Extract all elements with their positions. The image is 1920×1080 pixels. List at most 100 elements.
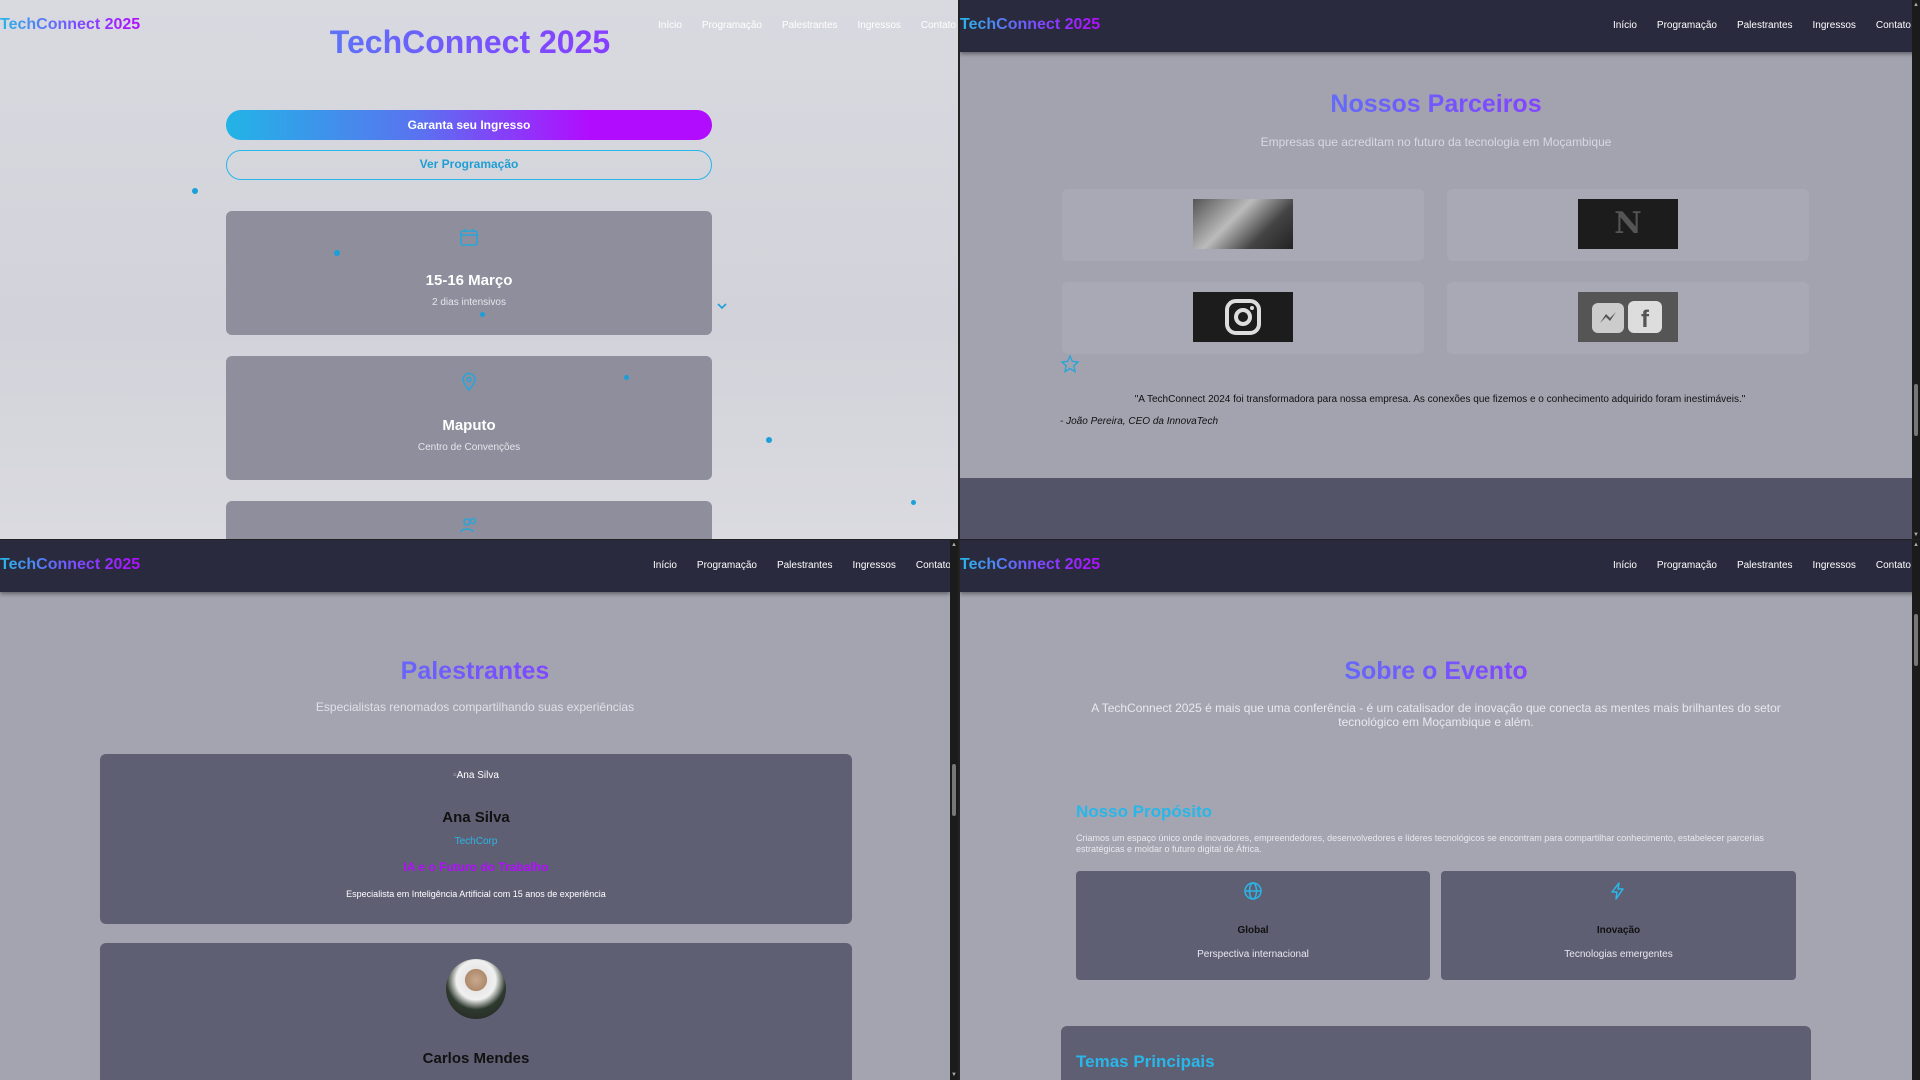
scroll-thumb[interactable] — [1914, 384, 1918, 436]
feature-card-global: Global Perspectiva internacional — [1076, 871, 1430, 980]
speaker-card[interactable]: Carlos Mendes — [100, 943, 852, 1080]
nav-link-inicio[interactable]: Início — [1613, 20, 1637, 31]
nav-link-ingressos[interactable]: Ingressos — [853, 560, 896, 571]
users-icon — [460, 517, 477, 533]
partner-logo-notion: N — [1578, 199, 1678, 249]
nav-link-programacao[interactable]: Programação — [1657, 560, 1717, 571]
nav-link-programacao[interactable]: Programação — [1657, 20, 1717, 31]
nav-link-palestrantes[interactable]: Palestrantes — [1737, 560, 1793, 571]
date-card: 15-16 Março 2 dias intensivos — [226, 211, 712, 335]
scroll-up-arrow[interactable]: ▲ — [1912, 2, 1920, 8]
lightning-icon — [1611, 882, 1624, 900]
nav-link-contato[interactable]: Contato — [1876, 20, 1911, 31]
scroll-thumb[interactable] — [952, 764, 956, 816]
map-pin-icon — [462, 372, 476, 392]
testimonial-author: - João Pereira, CEO da InnovaTech — [1060, 416, 1219, 427]
feature-subtitle: Perspectiva internacional — [1197, 949, 1309, 960]
speaker-company: TechCorp — [454, 836, 498, 847]
speaker-image-alt: ▫Ana Silva — [453, 770, 499, 781]
messenger-facebook-icon: f — [1592, 301, 1662, 333]
location-card: Maputo Centro de Convenções — [226, 356, 712, 480]
view-schedule-button[interactable]: Ver Programação — [226, 150, 712, 180]
speaker-name: Ana Silva — [442, 809, 510, 826]
partners-title: Nossos Parceiros — [960, 90, 1912, 119]
chevron-down-icon[interactable] — [716, 300, 728, 312]
speakers-pane: TechConnect 2025 Início Programação Pale… — [0, 540, 958, 1080]
scroll-down-arrow[interactable]: ▼ — [950, 1072, 958, 1078]
navbar: TechConnect 2025 Início Programação Pale… — [960, 0, 1920, 52]
main-nav: Início Programação Palestrantes Ingresso… — [653, 560, 951, 571]
partner-logo-instagram — [1193, 292, 1293, 342]
partner-card[interactable] — [1062, 189, 1424, 261]
decor-dot — [480, 312, 485, 317]
purpose-text: Criamos um espaço único onde inovadores,… — [1076, 833, 1764, 854]
purpose-title: Nosso Propósito — [1076, 802, 1213, 821]
nav-link-ingressos[interactable]: Ingressos — [1813, 20, 1856, 31]
testimonial-quote: "A TechConnect 2024 foi transformadora p… — [1134, 394, 1746, 405]
nav-link-contato[interactable]: Contato — [916, 560, 951, 571]
brand-logo[interactable]: TechConnect 2025 — [960, 556, 1100, 574]
speaker-bio: Especialista em Inteligência Artificial … — [346, 889, 606, 899]
themes-card: Temas Principais — [1061, 1026, 1811, 1080]
nav-link-palestrantes[interactable]: Palestrantes — [1737, 20, 1793, 31]
scroll-up-arrow[interactable]: ▲ — [950, 542, 958, 548]
date-card-subtitle: 2 dias intensivos — [432, 297, 506, 308]
next-section-band — [960, 478, 1912, 540]
themes-title: Temas Principais — [1076, 1052, 1215, 1071]
partner-card[interactable]: f — [1447, 282, 1809, 354]
decor-dot — [334, 250, 340, 256]
brand-logo[interactable]: TechConnect 2025 — [960, 16, 1100, 34]
pane-divider — [958, 0, 960, 1080]
globe-icon — [1244, 882, 1262, 900]
nav-link-ingressos[interactable]: Ingressos — [1813, 560, 1856, 571]
nav-link-palestrantes[interactable]: Palestrantes — [777, 560, 833, 571]
location-card-subtitle: Centro de Convenções — [417, 442, 521, 453]
main-nav: Início Programação Palestrantes Ingresso… — [1613, 560, 1911, 571]
nav-link-programacao[interactable]: Programação — [697, 560, 757, 571]
calendar-icon — [460, 229, 478, 246]
scroll-up-arrow[interactable]: ▲ — [1912, 542, 1920, 548]
hero-title: TechConnect 2025 — [0, 24, 940, 61]
partner-logo-1 — [1193, 199, 1293, 249]
feature-title: Inovação — [1596, 925, 1641, 936]
decor-dot — [192, 188, 198, 194]
partner-card[interactable] — [1062, 282, 1424, 354]
nav-link-inicio[interactable]: Início — [1613, 560, 1637, 571]
decor-dot — [911, 500, 916, 505]
partner-card[interactable]: N — [1447, 189, 1809, 261]
about-pane: TechConnect 2025 Início Programação Pale… — [960, 540, 1920, 1080]
speaker-name: Carlos Mendes — [422, 1050, 530, 1067]
brand-logo[interactable]: TechConnect 2025 — [0, 556, 140, 574]
navbar: TechConnect 2025 Início Programação Pale… — [960, 540, 1920, 592]
main-nav: Início Programação Palestrantes Ingresso… — [1613, 20, 1911, 31]
speakers-title: Palestrantes — [0, 657, 950, 686]
about-title: Sobre o Evento — [960, 657, 1912, 686]
hero-pane: TechConnect 2025 Início Programação Pale… — [0, 0, 958, 540]
partners-subtitle: Empresas que acreditam no futuro da tecn… — [1260, 135, 1612, 149]
instagram-icon — [1225, 299, 1261, 335]
svg-text:f: f — [1641, 306, 1650, 333]
audience-card — [226, 501, 712, 540]
scrollbar[interactable]: ▲ — [1912, 540, 1920, 1080]
speaker-avatar — [446, 959, 506, 1019]
speaker-talk: IA e o Futuro do Trabalho — [403, 860, 549, 874]
decor-dot — [624, 375, 629, 380]
about-intro: A TechConnect 2025 é mais que uma confer… — [1091, 701, 1781, 729]
feature-card-innovation: Inovação Tecnologias emergentes — [1441, 871, 1796, 980]
speakers-subtitle: Especialistas renomados compartilhando s… — [315, 700, 635, 714]
nav-link-contato[interactable]: Contato — [1876, 560, 1911, 571]
navbar: TechConnect 2025 Início Programação Pale… — [0, 540, 951, 592]
scroll-thumb[interactable] — [1914, 614, 1918, 666]
buy-ticket-button[interactable]: Garanta seu Ingresso — [226, 110, 712, 140]
decor-dot — [766, 437, 772, 443]
nav-link-inicio[interactable]: Início — [653, 560, 677, 571]
location-card-title: Maputo — [442, 417, 496, 434]
scrollbar[interactable]: ▲ ▼ — [950, 540, 958, 1080]
feature-subtitle: Tecnologias emergentes — [1564, 949, 1673, 960]
speaker-card[interactable]: ▫Ana Silva Ana Silva TechCorp IA e o Fut… — [100, 754, 852, 924]
date-card-title: 15-16 Março — [425, 272, 513, 289]
partners-pane: TechConnect 2025 Início Programação Pale… — [960, 0, 1920, 540]
pane-divider — [0, 539, 1920, 540]
scroll-down-arrow[interactable]: ▼ — [1912, 532, 1920, 538]
scrollbar[interactable]: ▲ ▼ — [1912, 0, 1920, 540]
